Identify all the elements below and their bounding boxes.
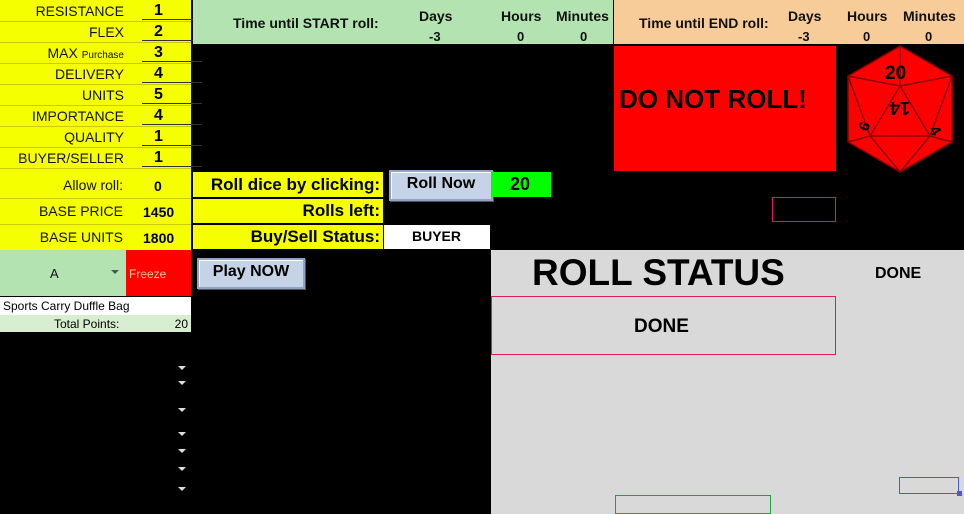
- parameter-value[interactable]: 1: [142, 149, 202, 167]
- buy-sell-value: BUYER: [412, 228, 462, 244]
- allow-roll-value: 0: [154, 178, 162, 194]
- end-hours-value: 0: [863, 29, 871, 44]
- end-minutes-label: Minutes: [903, 8, 956, 24]
- parameter-row: QUALITY 1: [0, 126, 202, 148]
- base-units-row: BASE UNITS 1800: [0, 224, 191, 250]
- d20-dice-icon: 20 14 6 4: [840, 44, 960, 176]
- parameter-label: BUYER/SELLER: [18, 150, 124, 166]
- chevron-down-icon: [111, 270, 119, 274]
- base-units-value: 1800: [143, 230, 175, 246]
- base-price-value: 1450: [143, 204, 175, 220]
- end-timer: Time until END roll: Days Hours Minutes …: [614, 0, 964, 44]
- d20-center-number: 14: [890, 98, 910, 118]
- roll-result-value: 20: [510, 174, 531, 194]
- end-minutes-value: 0: [925, 29, 933, 44]
- play-now-button[interactable]: Play NOW: [197, 258, 305, 289]
- parameter-row: BUYER/SELLER 1: [0, 147, 202, 169]
- parameter-row: DELIVERY 4: [0, 63, 202, 85]
- roll-status-side: DONE: [875, 265, 922, 282]
- dropdown-arrow-icon[interactable]: [178, 467, 186, 471]
- parameter-value[interactable]: 1: [142, 128, 202, 146]
- parameter-row: RESISTANCE 1: [0, 0, 202, 22]
- buy-sell-status: BUYER: [384, 225, 490, 249]
- buy-sell-label: Buy/Sell Status:: [250, 227, 380, 246]
- d20-top-number: 20: [885, 63, 906, 84]
- parameter-label: DELIVERY: [55, 66, 124, 82]
- parameter-value[interactable]: 3: [142, 44, 202, 62]
- dropdown-arrow-icon[interactable]: [178, 487, 186, 491]
- parameter-label: QUALITY: [64, 129, 124, 145]
- buy-sell-label-cell: Buy/Sell Status:: [193, 225, 383, 249]
- base-price-label: BASE PRICE: [38, 203, 123, 219]
- end-hours-label: Hours: [847, 8, 888, 24]
- allow-roll-row: Allow roll: 0: [0, 172, 191, 199]
- parameter-row: FLEX 2: [0, 21, 202, 43]
- roll-label-cell: Roll dice by clicking:: [193, 172, 383, 197]
- end-days-label: Days: [788, 8, 822, 24]
- parameter-row: UNITS 5: [0, 84, 202, 106]
- start-days-label: Days: [419, 8, 453, 24]
- total-points-label: Total Points:: [54, 317, 120, 331]
- rolls-left-label: Rolls left:: [302, 201, 380, 220]
- start-hours-label: Hours: [501, 8, 542, 24]
- total-points-value: 20: [174, 317, 188, 331]
- start-timer-label: Time until START roll:: [233, 15, 379, 31]
- parameter-label: UNITS: [82, 87, 124, 103]
- group-selector[interactable]: A: [0, 250, 126, 296]
- parameter-value[interactable]: 5: [142, 86, 202, 104]
- roll-result: 20: [491, 172, 551, 197]
- total-points-cell: Total Points: 20: [0, 315, 191, 332]
- base-units-label: BASE UNITS: [39, 229, 123, 245]
- do-not-roll-text: DO NOT ROLL!: [619, 84, 807, 114]
- roll-status-panel: ROLL STATUS DONE DONE: [491, 250, 964, 514]
- start-hours-value: 0: [517, 29, 525, 44]
- end-days-value: -3: [798, 29, 810, 44]
- parameter-value[interactable]: 4: [142, 65, 202, 83]
- parameter-value[interactable]: 4: [142, 107, 202, 125]
- bottom-green-outline[interactable]: [615, 495, 771, 514]
- parameter-row: MAX Purchase 3: [0, 42, 202, 64]
- empty-input-cell[interactable]: [772, 197, 836, 222]
- parameter-label: RESISTANCE: [35, 3, 124, 19]
- selected-cell-outline[interactable]: [899, 477, 959, 494]
- dropdown-arrow-icon[interactable]: [178, 408, 186, 412]
- base-price-row: BASE PRICE 1450: [0, 198, 191, 225]
- start-timer: Time until START roll: Days Hours Minute…: [193, 0, 613, 44]
- product-cell: Sports Carry Duffle Bag: [0, 297, 191, 315]
- roll-now-button[interactable]: Roll Now: [389, 170, 493, 201]
- fill-handle[interactable]: [957, 491, 962, 496]
- roll-status-box-text: DONE: [634, 316, 689, 337]
- group-selector-value: A: [50, 266, 59, 281]
- d20-dice-graphic: 20 14 6 4: [847, 45, 953, 173]
- dropdown-arrow-icon[interactable]: [178, 381, 186, 385]
- freeze-cell[interactable]: Freeze: [126, 250, 191, 296]
- dropdown-arrow-icon[interactable]: [178, 366, 186, 370]
- parameter-label-small: Purchase: [81, 50, 124, 61]
- freeze-label: Freeze: [129, 267, 167, 281]
- product-name: Sports Carry Duffle Bag: [3, 299, 130, 313]
- end-timer-label: Time until END roll:: [639, 15, 769, 31]
- parameter-label-wrap: MAX Purchase: [48, 45, 124, 61]
- parameter-label: FLEX: [88, 24, 124, 40]
- roll-status-title: ROLL STATUS: [532, 252, 785, 293]
- start-minutes-label: Minutes: [556, 8, 609, 24]
- dropdown-arrow-icon[interactable]: [178, 449, 186, 453]
- rolls-left-cell: Rolls left:: [193, 199, 383, 223]
- start-minutes-value: 0: [580, 29, 588, 44]
- do-not-roll-banner: DO NOT ROLL!: [614, 46, 836, 171]
- allow-roll-label: Allow roll:: [63, 177, 123, 193]
- start-days-value: -3: [429, 29, 441, 44]
- parameter-label: IMPORTANCE: [31, 108, 124, 124]
- roll-label: Roll dice by clicking:: [210, 175, 380, 194]
- dropdown-arrow-icon[interactable]: [178, 432, 186, 436]
- parameter-label: MAX: [47, 45, 78, 61]
- parameter-row: IMPORTANCE 4: [0, 105, 202, 127]
- roll-status-box: DONE: [491, 296, 836, 355]
